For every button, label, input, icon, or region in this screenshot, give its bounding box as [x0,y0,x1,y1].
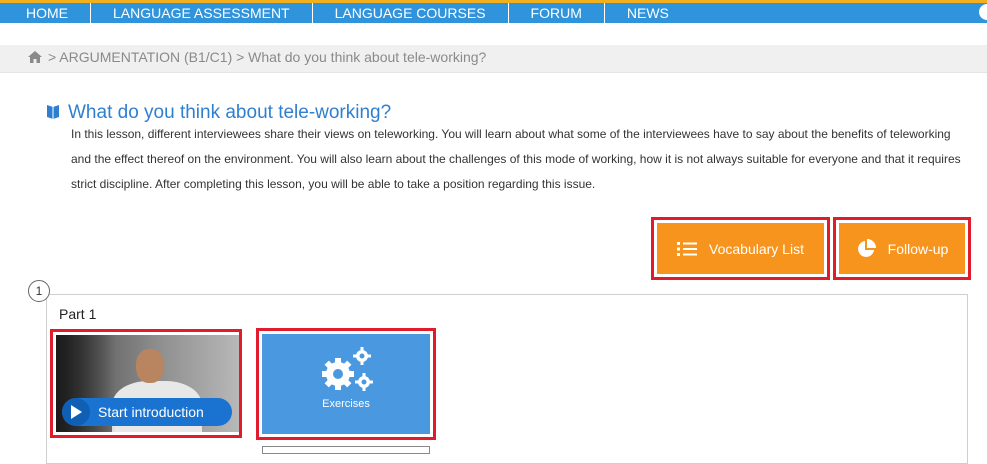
breadcrumb-bar: > ARGUMENTATION (B1/C1) > What do you th… [0,45,987,73]
play-icon [62,398,90,426]
nav-news[interactable]: NEWS [605,3,691,23]
nav-forum[interactable]: FORUM [509,3,605,23]
nav-language-courses[interactable]: LANGUAGE COURSES [313,3,509,23]
exercises-label: Exercises [322,398,370,410]
main-nav: HOME LANGUAGE ASSESSMENT LANGUAGE COURSE… [0,3,987,23]
gears-icon [322,347,373,391]
vocabulary-list-button[interactable]: Vocabulary List [657,223,824,274]
pie-chart-icon [857,238,876,257]
breadcrumb: > ARGUMENTATION (B1/C1) > What do you th… [28,49,486,65]
follow-up-button[interactable]: Follow-up [839,223,965,274]
vocabulary-list-label: Vocabulary List [709,240,804,257]
exercises-tile[interactable]: Exercises [262,334,430,434]
part-label: Part 1 [59,306,97,322]
lesson-title-text: What do you think about tele-working? [68,102,392,123]
book-icon [47,105,59,119]
lesson-intro: In this lesson, different interviewees s… [71,127,961,191]
lesson-title: What do you think about tele-working? [46,102,391,124]
breadcrumb-text[interactable]: > ARGUMENTATION (B1/C1) > What do you th… [48,49,486,65]
nav-language-assessment[interactable]: LANGUAGE ASSESSMENT [91,3,313,23]
follow-up-label: Follow-up [887,240,949,257]
exercises-progress-bar [262,446,430,454]
home-icon[interactable] [28,51,42,63]
list-icon [677,241,698,256]
video-person-head [136,349,164,383]
nav-home[interactable]: HOME [0,3,91,23]
start-introduction-button[interactable]: Start introduction [62,398,232,426]
start-introduction-label: Start introduction [98,404,204,420]
part-number-badge: 1 [28,280,50,302]
top-nav-bar: HOME LANGUAGE ASSESSMENT LANGUAGE COURSE… [0,0,987,23]
